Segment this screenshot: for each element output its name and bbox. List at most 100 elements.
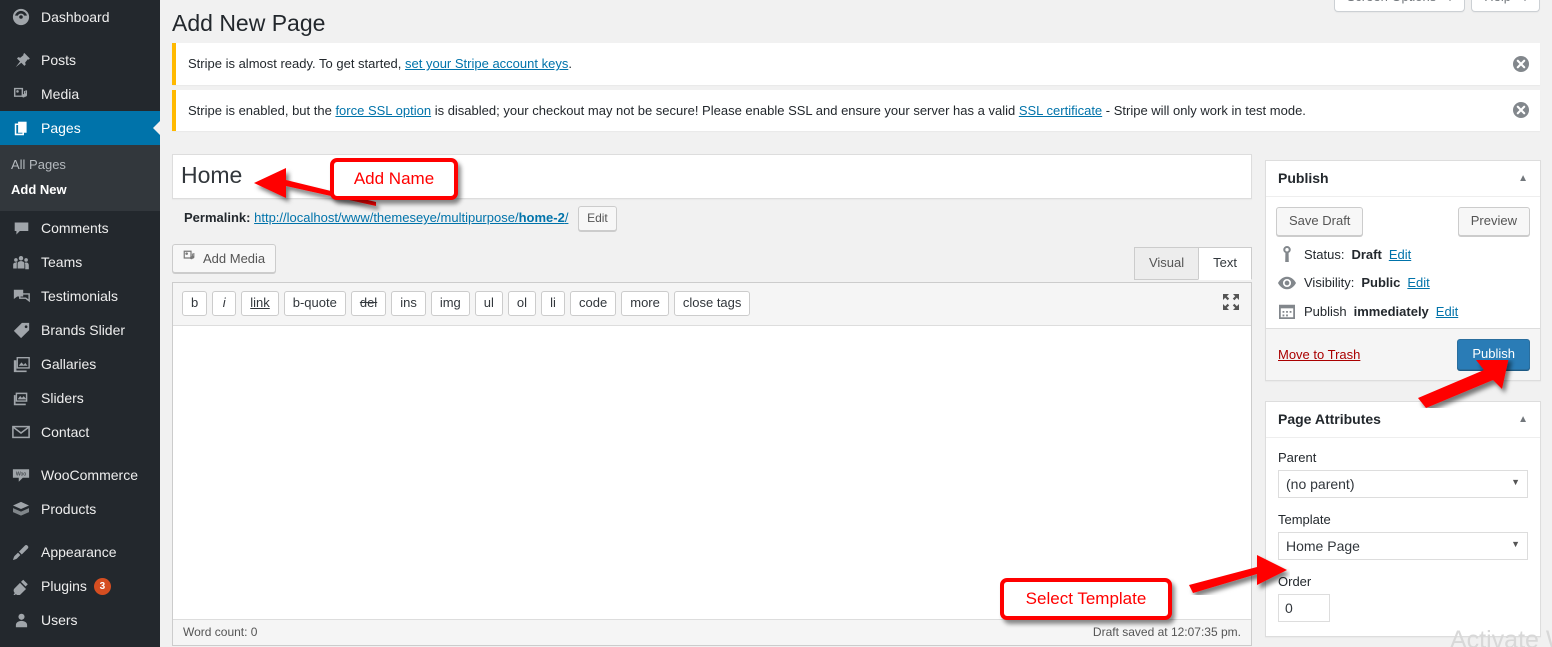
dismiss-icon[interactable] (1511, 54, 1531, 74)
quicktag-more[interactable]: more (621, 291, 669, 316)
slider-icon (10, 388, 32, 408)
plug-icon (10, 576, 32, 596)
sidebar-item-products[interactable]: Products (0, 492, 160, 526)
post-body-column: Permalink: http://localhost/www/themesey… (172, 154, 1252, 646)
sidebar-item-label: Media (41, 86, 79, 102)
tab-text[interactable]: Text (1198, 247, 1252, 280)
edit-permalink-button[interactable]: Edit (578, 206, 617, 231)
submenu-item-add-new[interactable]: Add New (0, 177, 160, 202)
gallery-icon (10, 354, 32, 374)
page-attributes-box: Page Attributes ▲ Parent (no parent) Tem… (1265, 401, 1541, 637)
submenu-item-all-pages[interactable]: All Pages (0, 152, 160, 177)
add-media-button[interactable]: Add Media (172, 244, 276, 273)
sidebar-item-pages[interactable]: Pages (0, 111, 160, 145)
sidebar-item-teams[interactable]: Teams (0, 245, 160, 279)
sidebar-item-gallaries[interactable]: Gallaries (0, 347, 160, 381)
calendar-icon (1277, 303, 1297, 319)
sidebar-item-dashboard[interactable]: Dashboard (0, 0, 160, 34)
publish-box-header: Publish ▲ (1266, 161, 1540, 197)
stripe-ssl-notice: Stripe is enabled, but the force SSL opt… (172, 90, 1540, 132)
menu-separator (0, 34, 160, 43)
sidebar-item-testimonials[interactable]: Testimonials (0, 279, 160, 313)
quicktag-i[interactable]: i (212, 291, 236, 316)
quicktag-li[interactable]: li (541, 291, 565, 316)
sidebar-item-label: Pages (41, 120, 81, 136)
permalink-link[interactable]: http://localhost/www/themeseye/multipurp… (254, 210, 568, 225)
sidebar-item-sliders[interactable]: Sliders (0, 381, 160, 415)
sidebar-item-label: Posts (41, 52, 76, 68)
pages-icon (10, 118, 32, 138)
edit-status-link[interactable]: Edit (1389, 247, 1411, 262)
move-to-trash-link[interactable]: Move to Trash (1278, 347, 1360, 362)
chevron-up-icon[interactable]: ▲ (1518, 173, 1528, 184)
pin-icon (1277, 246, 1297, 262)
quicktag-close-tags[interactable]: close tags (674, 291, 751, 316)
media-icon (10, 84, 32, 104)
permalink-row: Permalink: http://localhost/www/themesey… (172, 199, 1252, 231)
quicktag-del[interactable]: del (351, 291, 386, 316)
help-button[interactable]: Help (1471, 0, 1540, 12)
sidebar-item-label: Plugins (41, 578, 87, 594)
brush-icon (10, 542, 32, 562)
sidebar-item-plugins[interactable]: Plugins3 (0, 569, 160, 603)
publish-value: immediately (1354, 304, 1429, 319)
stripe-keys-notice: Stripe is almost ready. To get started, … (172, 43, 1540, 85)
chevron-up-icon[interactable]: ▲ (1518, 414, 1528, 425)
tab-visual[interactable]: Visual (1134, 247, 1199, 280)
edit-publish-date-link[interactable]: Edit (1436, 304, 1458, 319)
side-column: Publish ▲ Save Draft Preview (1265, 160, 1541, 647)
template-label: Template (1278, 512, 1528, 527)
media-icon (182, 249, 197, 267)
preview-button[interactable]: Preview (1458, 207, 1530, 236)
save-draft-button[interactable]: Save Draft (1276, 207, 1363, 236)
testimonial-icon (10, 286, 32, 306)
sidebar-item-comments[interactable]: Comments (0, 211, 160, 245)
sidebar-item-media[interactable]: Media (0, 77, 160, 111)
publish-button[interactable]: Publish (1457, 339, 1530, 370)
edit-visibility-link[interactable]: Edit (1407, 275, 1429, 290)
dismiss-icon[interactable] (1511, 100, 1531, 120)
publish-box-title: Publish (1278, 170, 1329, 186)
sidebar-item-appearance[interactable]: Appearance (0, 535, 160, 569)
annotation-select-template-label: Select Template (1026, 589, 1147, 609)
force-ssl-option-link[interactable]: force SSL option (335, 103, 431, 118)
quicktag-b-quote[interactable]: b-quote (284, 291, 346, 316)
quicktag-img[interactable]: img (431, 291, 470, 316)
template-select[interactable]: Home Page (1278, 532, 1528, 560)
notice-text-2a: Stripe is enabled, but the (188, 103, 335, 118)
quicktag-ul[interactable]: ul (475, 291, 503, 316)
order-input[interactable] (1278, 594, 1330, 622)
sidebar-item-label: Sliders (41, 390, 84, 406)
quicktag-code[interactable]: code (570, 291, 616, 316)
envelope-icon (10, 422, 32, 442)
visibility-row: Visibility: Public Edit (1276, 269, 1530, 297)
editor-mode-tabs: Visual Text (1135, 247, 1252, 280)
sidebar-item-brands-slider[interactable]: Brands Slider (0, 313, 160, 347)
publish-schedule-row: Publish immediately Edit (1276, 297, 1530, 326)
permalink-slug: home-2 (519, 210, 565, 225)
sidebar-item-label: Appearance (41, 544, 117, 560)
editor-textarea[interactable] (173, 326, 1251, 614)
template-select-wrapper: Home Page (1278, 532, 1528, 560)
set-stripe-keys-link[interactable]: set your Stripe account keys (405, 56, 568, 71)
parent-select[interactable]: (no parent) (1278, 470, 1528, 498)
sidebar-item-label: Products (41, 501, 96, 517)
quicktag-b[interactable]: b (182, 291, 207, 316)
permalink-suffix: / (565, 210, 569, 225)
woo-icon: Woo (10, 465, 32, 485)
sidebar-item-users[interactable]: Users (0, 603, 160, 637)
sidebar-item-contact[interactable]: Contact (0, 415, 160, 449)
pin-icon (10, 50, 32, 70)
fullscreen-icon[interactable] (1221, 292, 1241, 312)
publish-box-body: Save Draft Preview Status: Draft Ed (1266, 197, 1540, 328)
quicktag-link[interactable]: link (241, 291, 279, 316)
quicktag-ins[interactable]: ins (391, 291, 426, 316)
ssl-certificate-link[interactable]: SSL certificate (1019, 103, 1102, 118)
sidebar-item-label: Testimonials (41, 288, 118, 304)
sidebar-item-woocommerce[interactable]: WooWooCommerce (0, 458, 160, 492)
quicktag-ol[interactable]: ol (508, 291, 536, 316)
order-label: Order (1278, 574, 1528, 589)
sidebar-item-label: Comments (41, 220, 109, 236)
screen-options-button[interactable]: Screen Options (1334, 0, 1466, 12)
sidebar-item-posts[interactable]: Posts (0, 43, 160, 77)
